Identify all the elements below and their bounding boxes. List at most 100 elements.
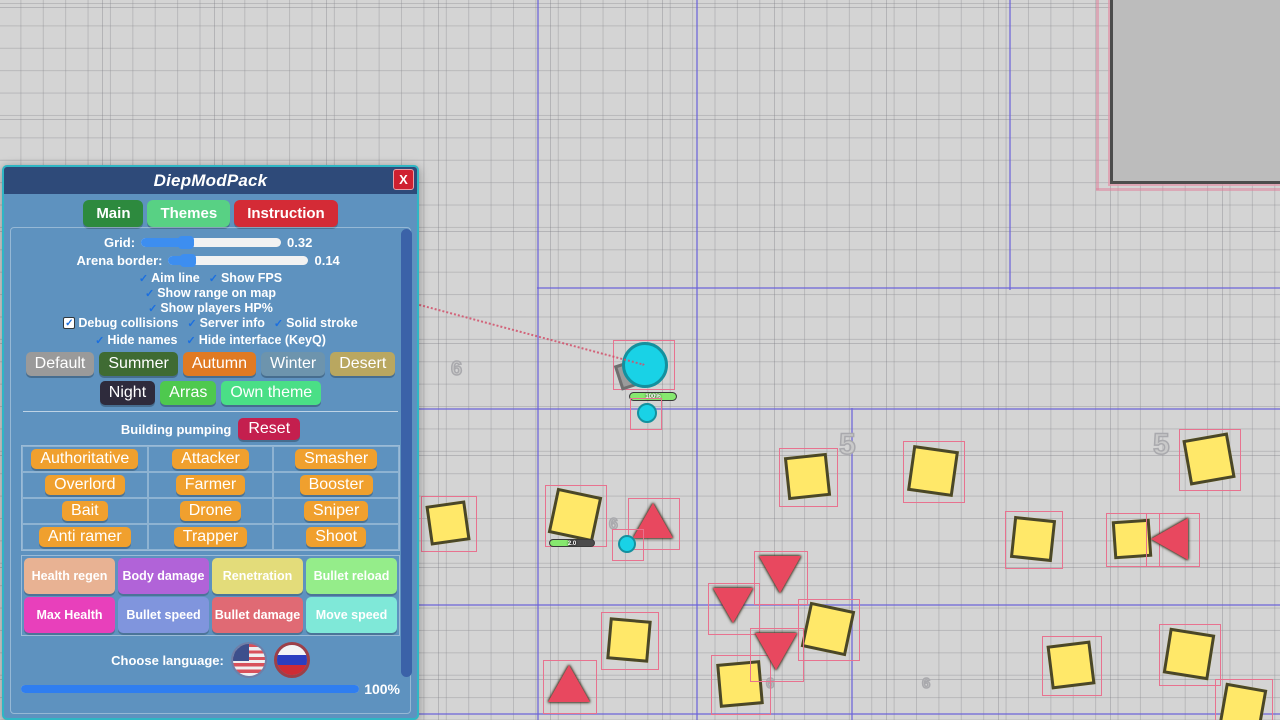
check-icon: ✓: [208, 272, 218, 285]
sector-number: 6: [450, 357, 463, 381]
checkbox-aim-line[interactable]: ✓ Aim line: [139, 271, 200, 285]
arena-border-slider-value: 0.14: [314, 253, 340, 268]
check-icon: ✓: [145, 287, 155, 300]
sector-number: 6: [921, 674, 931, 693]
theme-button-own-theme[interactable]: Own theme: [221, 381, 322, 405]
pump-button-drone[interactable]: Drone: [179, 501, 242, 521]
ui-scale-slider[interactable]: [21, 685, 360, 693]
pump-button-booster[interactable]: Booster: [299, 475, 373, 495]
triangle-polygon: [713, 588, 753, 623]
checkbox-label: Debug collisions: [78, 316, 179, 330]
panel-body: Grid: 0.32 Arena border: 0.14 ✓ Aim line…: [10, 227, 411, 714]
stat-button-max-health[interactable]: Max Health: [24, 597, 115, 633]
tab-themes[interactable]: Themes: [147, 200, 231, 227]
russian-flag-icon[interactable]: [273, 642, 310, 678]
stat-button-bullet-reload[interactable]: Bullet reload: [306, 558, 397, 594]
checkbox-hide-names[interactable]: ✓ Hide names: [95, 333, 177, 347]
pump-button-smasher[interactable]: Smasher: [295, 449, 378, 469]
pump-button-bait[interactable]: Bait: [62, 501, 108, 521]
checkbox-show-fps[interactable]: ✓ Show FPS: [209, 271, 282, 285]
panel-titlebar: DiepModPack X: [4, 167, 417, 194]
stat-button-bullet-speed[interactable]: Bullet speed: [118, 597, 209, 633]
sector-number: 5: [1152, 427, 1170, 462]
pump-grid-cell: Shoot: [273, 524, 399, 550]
theme-button-summer[interactable]: Summer: [99, 352, 178, 376]
sector-line-vertical: [537, 0, 539, 720]
pump-button-anti-ramer[interactable]: Anti ramer: [38, 527, 131, 547]
tab-instruction[interactable]: Instruction: [234, 200, 338, 227]
arena-border-line: [1096, 188, 1280, 191]
pump-button-overlord[interactable]: Overlord: [45, 475, 125, 495]
theme-button-night[interactable]: Night: [99, 381, 156, 405]
square-polygon: [1218, 682, 1268, 720]
checkbox-label: Show players HP%: [160, 301, 273, 315]
triangle-polygon: [1151, 518, 1188, 560]
pump-grid-cell: Drone: [147, 498, 274, 524]
square-polygon: [1162, 627, 1216, 681]
theme-button-default[interactable]: Default: [25, 352, 95, 376]
pump-button-farmer[interactable]: Farmer: [175, 475, 246, 495]
grid-slider-knob[interactable]: [177, 236, 194, 249]
checkbox-label: Server info: [199, 316, 265, 330]
check-icon: ✓: [138, 272, 149, 285]
sector-line-vertical: [1009, 0, 1011, 290]
arena-border-slider-knob[interactable]: [180, 254, 197, 267]
tank-body: [622, 342, 668, 388]
tab-main[interactable]: Main: [83, 200, 144, 227]
panel-scrollbar-thumb[interactable]: [401, 229, 412, 677]
checkbox-label: Hide interface (KeyQ): [198, 333, 326, 347]
entity-hp-bar: 2.0: [549, 539, 595, 547]
pump-button-authoritative[interactable]: Authoritative: [31, 449, 139, 469]
ui-scale-slider-row: 100%: [21, 681, 400, 697]
stat-button-body-damage[interactable]: Body damage: [118, 558, 209, 594]
triangle-polygon: [755, 633, 797, 670]
close-icon[interactable]: X: [393, 169, 414, 190]
pump-button-sniper[interactable]: Sniper: [304, 501, 369, 521]
checkbox-show-range-on-map[interactable]: ✓ Show range on map: [145, 286, 276, 300]
enemy-tank-body: [618, 535, 636, 553]
arena-border-slider[interactable]: [168, 254, 309, 267]
theme-button-winter[interactable]: Winter: [260, 352, 326, 376]
pump-grid-cell: Authoritative: [22, 446, 148, 472]
check-icon: ✓: [63, 317, 76, 329]
english-flag-icon[interactable]: [230, 642, 267, 678]
language-row: Choose language:: [21, 642, 400, 678]
checkbox-row-2: ✓ Show range on map: [21, 286, 400, 300]
pump-button-attacker[interactable]: Attacker: [172, 449, 249, 469]
checkbox-debug-collisions[interactable]: ✓ Debug collisions: [63, 316, 178, 330]
pump-grid-cell: Smasher: [273, 446, 399, 472]
sector-line-horizontal: [418, 408, 1280, 410]
pump-grid-cell: Bait: [22, 498, 148, 524]
pump-button-trapper[interactable]: Trapper: [173, 527, 248, 547]
stat-button-health-regen[interactable]: Health regen: [24, 558, 115, 594]
square-polygon: [425, 500, 471, 546]
ui-scale-slider-fill: [21, 685, 360, 693]
checkbox-hide-interface[interactable]: ✓ Hide interface (KeyQ): [187, 333, 326, 347]
diepmodpack-panel: DiepModPack X Main Themes Instruction Gr…: [2, 165, 419, 720]
pump-grid-cell: Overlord: [22, 472, 148, 498]
checkbox-solid-stroke[interactable]: ✓ Solid stroke: [274, 316, 358, 330]
reset-button[interactable]: Reset: [238, 418, 301, 440]
theme-button-desert[interactable]: Desert: [330, 352, 396, 376]
ui-scale-value: 100%: [364, 681, 400, 697]
theme-button-autumn[interactable]: Autumn: [182, 352, 256, 376]
checkbox-server-info[interactable]: ✓ Server info: [187, 316, 265, 330]
theme-row-secondary: Night Arras Own theme: [21, 381, 400, 405]
minimap-panel: [1110, 0, 1280, 184]
checkbox-show-players-hp[interactable]: ✓ Show players HP%: [148, 301, 273, 315]
building-pumping-header: Building pumping Reset: [21, 418, 400, 440]
panel-title: DiepModPack: [153, 170, 268, 190]
checkbox-row-3: ✓ Show players HP%: [21, 301, 400, 315]
grid-slider[interactable]: [141, 236, 282, 249]
stat-button-move-speed[interactable]: Move speed: [306, 597, 397, 633]
building-pumping-grid: Authoritative Attacker Smasher Overlord Farm…: [21, 445, 400, 551]
stat-button-bullet-damage[interactable]: Bullet damage: [212, 597, 303, 633]
theme-button-arras[interactable]: Arras: [160, 381, 217, 405]
check-icon: ✓: [95, 334, 105, 347]
slider-row-grid: Grid: 0.32: [21, 235, 400, 250]
sector-line-horizontal: [537, 287, 1280, 289]
section-divider: [23, 411, 398, 412]
stat-button-renetration[interactable]: Renetration: [212, 558, 303, 594]
pump-grid-cell: Anti ramer: [22, 524, 148, 550]
pump-button-shoot[interactable]: Shoot: [306, 527, 367, 547]
